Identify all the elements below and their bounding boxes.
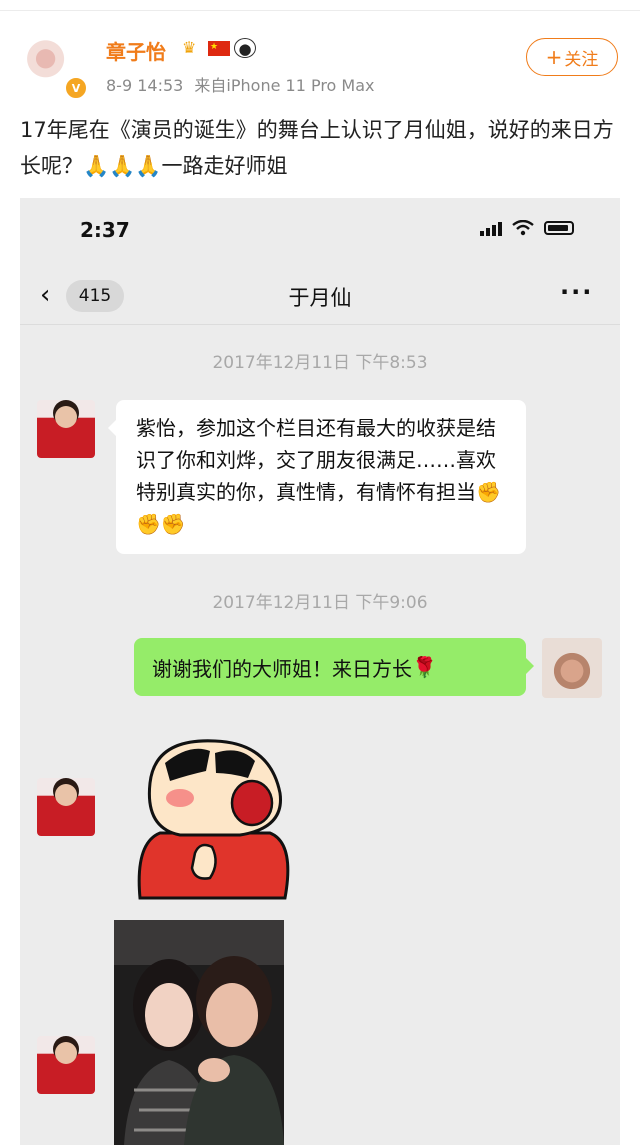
contact-avatar[interactable]	[37, 778, 95, 836]
crayon-shinchan-sticker[interactable]	[120, 723, 300, 903]
contact-avatar[interactable]	[37, 1036, 95, 1094]
chat-title: 于月仙	[288, 286, 352, 310]
status-icons	[480, 220, 574, 236]
more-options-icon[interactable]: ···	[560, 278, 593, 306]
verified-v-icon: V	[64, 76, 88, 100]
wifi-icon	[512, 220, 534, 236]
self-avatar[interactable]	[542, 638, 602, 698]
username[interactable]: 章子怡	[106, 36, 166, 65]
plus-icon: +	[545, 45, 563, 69]
incoming-message-bubble[interactable]: 紫怡，参加这个栏目还有最大的收获是结识了你和刘烨，交了朋友很满足……喜欢特别真实…	[108, 400, 526, 554]
follow-button[interactable]: + 关注	[526, 38, 618, 76]
incoming-message-text: 紫怡，参加这个栏目还有最大的收获是结识了你和刘烨，交了朋友很满足……喜欢特别真实…	[136, 416, 496, 504]
post-source: 来自iPhone 11 Pro Max	[194, 76, 375, 95]
post-text: 17年尾在《演员的诞生》的舞台上认识了月仙姐，说好的来日方长呢？🙏🙏🙏一路走好师…	[20, 112, 620, 184]
status-time: 2:37	[80, 218, 130, 242]
message-timestamp: 2017年12月11日 下午9:06	[212, 593, 428, 613]
outgoing-message-bubble[interactable]: 谢谢我们的大师姐！来日方长 🌹	[134, 638, 534, 696]
post-date: 8-9 14:53	[106, 76, 184, 95]
user-badges: ♛ ●	[182, 38, 256, 58]
nav-divider	[20, 324, 620, 325]
china-flag-icon	[208, 40, 230, 56]
follow-label: 关注	[564, 49, 599, 70]
crown-icon: ♛	[182, 38, 197, 57]
embedded-chat-screenshot[interactable]: 2:37 ‹ 415 于月仙 ··· 2017年12月11日 下午8:53 紫怡…	[20, 198, 620, 1145]
top-divider	[0, 10, 640, 11]
cellular-signal-icon	[480, 220, 502, 236]
outgoing-message-text: 谢谢我们的大师姐！来日方长	[152, 656, 412, 681]
shared-photo[interactable]	[114, 920, 284, 1145]
photo-content	[124, 956, 284, 1145]
panda-icon: ●	[234, 38, 256, 58]
pray-emoji: 🙏🙏🙏	[83, 154, 162, 178]
battery-icon	[544, 221, 574, 235]
contact-avatar[interactable]	[37, 400, 95, 458]
post-text-end: 一路走好师姐	[161, 154, 288, 178]
message-timestamp: 2017年12月11日 下午8:53	[212, 353, 428, 373]
post-meta: 8-9 14:53 来自iPhone 11 Pro Max	[106, 72, 375, 96]
rose-emoji: 🌹	[412, 655, 437, 679]
